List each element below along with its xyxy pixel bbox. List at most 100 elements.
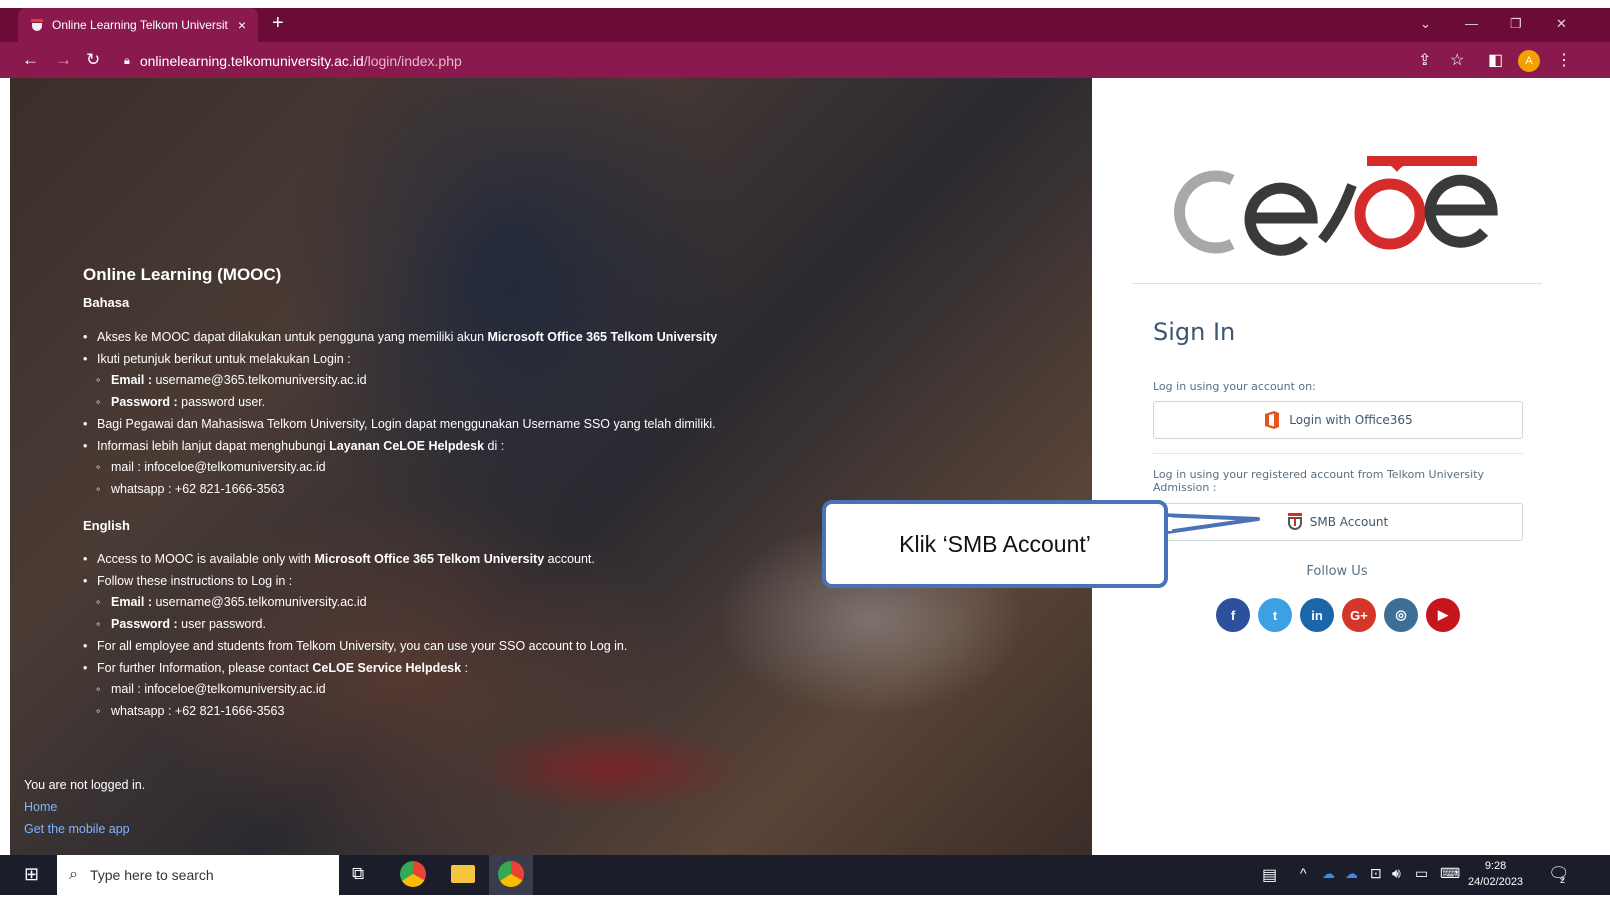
telkom-university-icon [1287, 513, 1302, 530]
chrome-profile-icon[interactable] [498, 861, 524, 887]
onedrive-business-icon[interactable]: ☁ [1345, 866, 1358, 882]
twitter-icon[interactable]: t [1258, 598, 1292, 632]
windows-start-icon[interactable]: ⊞ [24, 864, 39, 885]
language-icon[interactable]: ⌨ [1440, 865, 1460, 882]
instruction-emphasis: Microsoft Office 365 Telkom University [487, 330, 718, 344]
instruction-item: For further Information, please contact … [83, 658, 627, 680]
instruction-text: Follow these instructions to Log in : [97, 573, 293, 588]
english-heading: English [83, 518, 130, 533]
celoe-logo [1174, 156, 1498, 256]
instruction-text: mail : infoceloe@telkomuniversity.ac.id [111, 460, 326, 475]
instruction-callout: Klik ‘SMB Account’ [822, 500, 1168, 588]
instruction-item: Email : username@365.telkomuniversity.ac… [83, 592, 627, 614]
screen: Online Learning Telkom Universit × + ⌄ —… [0, 0, 1610, 912]
instruction-text: whatsapp : +62 821-1666-3563 [111, 481, 285, 496]
instruction-text: Ikuti petunjuk berikut untuk melakukan L… [97, 351, 351, 366]
bahasa-instructions-list: Akses ke MOOC dapat dilakukan untuk peng… [83, 327, 717, 501]
search-placeholder: Type here to search [89, 867, 214, 883]
file-explorer-icon[interactable] [451, 865, 475, 883]
hero-title: Online Learning (MOOC) [83, 265, 282, 284]
instruction-item: mail : infoceloe@telkomuniversity.ac.id [83, 457, 717, 479]
english-instructions-list: Access to MOOC is available only with Mi… [83, 549, 627, 723]
instruction-text: whatsapp : +62 821-1666-3563 [111, 703, 285, 718]
instruction-text: For further Information, please contact [97, 660, 313, 675]
home-link[interactable]: Home [24, 800, 57, 814]
search-icon: ⌕ [69, 866, 78, 883]
instruction-text: For all employee and students from Telko… [97, 638, 628, 653]
instruction-emphasis: Layanan CeLOE Helpdesk [329, 438, 485, 453]
url-field[interactable]: 🔒︎ onlinelearning.telkomuniversity.ac.id… [124, 50, 462, 72]
instruction-text-suffix: username@365.telkomuniversity.ac.id [152, 373, 367, 388]
chrome-icon[interactable] [400, 861, 426, 887]
profile-avatar[interactable]: A [1518, 50, 1540, 72]
facebook-icon[interactable]: f [1216, 598, 1250, 632]
smb-button-label: SMB Account [1309, 515, 1389, 529]
share-icon[interactable]: ⇪ [1418, 50, 1431, 70]
office365-button-label: Login with Office365 [1289, 413, 1413, 427]
browser-tab[interactable]: Online Learning Telkom Universit × [18, 8, 258, 42]
close-window-icon[interactable]: ✕ [1556, 16, 1567, 32]
forward-icon[interactable]: → [55, 50, 72, 70]
office-login-hint: Log in using your account on: [1153, 380, 1316, 393]
instruction-emphasis: CeLOE Service Helpdesk [312, 660, 462, 675]
onedrive-icon[interactable]: ☁ [1322, 866, 1335, 882]
tray-chevron-icon[interactable]: ^ [1300, 865, 1307, 881]
youtube-icon[interactable]: ▶ [1426, 598, 1460, 632]
restore-icon[interactable]: ❐ [1510, 16, 1522, 32]
instruction-emphasis: Password : [111, 395, 178, 410]
tab-search-icon[interactable]: ⌄ [1420, 16, 1431, 32]
login-panel: Sign In Log in using your account on: Lo… [1092, 78, 1610, 855]
volume-icon[interactable]: 🔊︎ [1392, 865, 1401, 882]
instruction-item: Akses ke MOOC dapat dilakukan untuk peng… [83, 327, 717, 349]
instruction-emphasis: Microsoft Office 365 Telkom University [314, 552, 545, 566]
instruction-item: Password : password user. [83, 392, 717, 414]
google-plus-icon[interactable]: G+ [1342, 598, 1376, 632]
telkom-favicon-icon [31, 19, 43, 31]
instruction-text-suffix: username@365.telkomuniversity.ac.id [152, 595, 367, 610]
instruction-emphasis: Password : [111, 617, 178, 632]
notification-center-icon[interactable]: 🗨︎ [1548, 864, 1570, 884]
back-icon[interactable]: ← [22, 50, 39, 70]
side-panel-icon[interactable]: ◧ [1488, 50, 1503, 70]
system-clock[interactable]: 9:28 24/02/2023 [1468, 858, 1523, 890]
bahasa-heading: Bahasa [83, 295, 130, 310]
reload-icon[interactable]: ↻ [86, 50, 100, 70]
menu-kebab-icon[interactable]: ⋮ [1556, 50, 1572, 70]
office365-login-button[interactable]: Login with Office365 [1153, 401, 1523, 439]
smb-login-hint: Log in using your registered account fro… [1153, 468, 1485, 494]
battery-icon[interactable]: ▭ [1415, 865, 1428, 882]
clock-time: 9:28 [1484, 860, 1507, 872]
instruction-item: whatsapp : +62 821-1666-3563 [83, 701, 627, 723]
instruction-text: mail : infoceloe@telkomuniversity.ac.id [111, 682, 326, 697]
instruction-emphasis: Email : [111, 595, 152, 610]
taskbar-search-box[interactable]: ⌕ Type here to search [57, 855, 339, 895]
instruction-text: Access to MOOC is available only with [97, 552, 315, 566]
instruction-item: Password : user password. [83, 614, 627, 636]
tab-close-icon[interactable]: × [238, 17, 246, 33]
mobile-app-link[interactable]: Get the mobile app [24, 822, 130, 836]
instagram-icon[interactable]: ◎ [1384, 598, 1418, 632]
network-icon[interactable]: ⊡ [1370, 865, 1382, 882]
url-host: onlinelearning.telkomuniversity.ac.id [139, 53, 364, 69]
instruction-item: Email : username@365.telkomuniversity.ac… [83, 370, 717, 392]
instruction-emphasis: Email : [111, 373, 152, 388]
task-view-icon[interactable]: ⧉ [352, 864, 364, 884]
instruction-text-suffix: di : [484, 438, 505, 453]
address-bar: ← → ↻ 🔒︎ onlinelearning.telkomuniversity… [0, 42, 1610, 78]
minimize-icon[interactable]: — [1465, 16, 1478, 31]
instruction-item: Access to MOOC is available only with Mi… [83, 549, 627, 571]
instruction-text-suffix: password user. [177, 395, 266, 410]
instruction-item: Follow these instructions to Log in : [83, 571, 627, 593]
callout-text: Klik ‘SMB Account’ [899, 530, 1091, 557]
instruction-text: Bagi Pegawai dan Mahasiswa Telkom Univer… [97, 416, 716, 431]
linkedin-icon[interactable]: in [1300, 598, 1334, 632]
bookmark-star-icon[interactable]: ☆ [1450, 50, 1464, 70]
instruction-text-suffix: account. [544, 552, 595, 566]
instruction-item: For all employee and students from Telko… [83, 636, 627, 658]
windows-taskbar: ⊞ ⌕ Type here to search ⧉ ▤ ^ ☁ ☁ ⊡ 🔊︎ ▭… [0, 855, 1610, 895]
new-tab-button[interactable]: + [272, 12, 284, 35]
instruction-item: Bagi Pegawai dan Mahasiswa Telkom Univer… [83, 414, 717, 436]
tab-title: Online Learning Telkom Universit [52, 18, 228, 32]
news-widget-icon[interactable]: ▤ [1262, 865, 1277, 885]
instruction-text-suffix: user password. [177, 617, 266, 632]
